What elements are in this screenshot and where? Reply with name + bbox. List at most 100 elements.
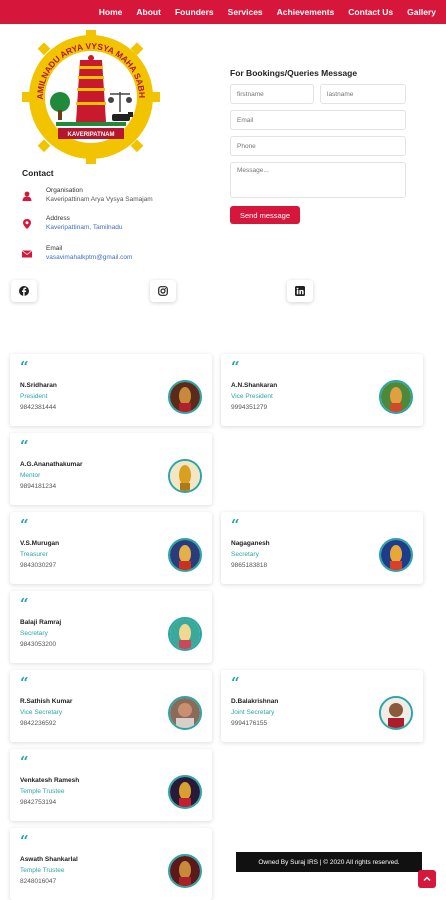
- member-role: Vice Secretary: [20, 709, 63, 716]
- member-role: Temple Trustee: [20, 788, 65, 795]
- member-name: V.S.Murugan: [20, 540, 60, 547]
- member-name: Venkatesh Ramesh: [20, 777, 80, 784]
- member-card: “ Venkatesh Ramesh Temple Trustee 984275…: [10, 749, 212, 821]
- member-card: “ N.Sridharan President 9842381444: [10, 354, 212, 426]
- quote-icon: “: [231, 358, 240, 376]
- member-name: A.G.Ananathakumar: [20, 461, 83, 468]
- member-card: “ R.Sathish Kumar Vice Secretary 9842236…: [10, 670, 212, 742]
- deity-avatar: [168, 617, 202, 651]
- member-role: Temple Trustee: [20, 867, 65, 874]
- contact-address: Address Kaveripattinam, Tamilnadu: [22, 214, 122, 232]
- address-value[interactable]: Kaveripattinam, Tamilnadu: [46, 223, 122, 232]
- member-phone: 9894181234: [20, 483, 57, 490]
- member-name: D.Balakrishnan: [231, 698, 279, 705]
- nav-services[interactable]: Services: [228, 7, 263, 17]
- quote-icon: “: [20, 358, 29, 376]
- deity-avatar: [379, 538, 413, 572]
- organisation-value: Kaveripattinam Arya Vysya Samajam: [46, 196, 153, 203]
- member-role: Secretary: [20, 630, 48, 637]
- deity-avatar: [379, 380, 413, 414]
- phone-field[interactable]: [230, 136, 406, 156]
- quote-icon: “: [231, 516, 240, 534]
- deity-avatar: [168, 775, 202, 809]
- member-role: Treasurer: [20, 551, 48, 558]
- member-role: President: [20, 393, 48, 400]
- member-card: “ Nagaganesh Secretary 9865183818: [221, 512, 423, 584]
- member-role: Mentor: [20, 472, 41, 479]
- member-phone: 9843030297: [20, 562, 57, 569]
- member-role: Joint Secretary: [231, 709, 275, 716]
- message-field[interactable]: [230, 162, 406, 198]
- nav-home[interactable]: Home: [99, 7, 123, 17]
- deity-avatar: [168, 538, 202, 572]
- member-card: “ D.Balakrishnan Joint Secretary 9994176…: [221, 670, 423, 742]
- member-phone: 9843053200: [20, 641, 57, 648]
- member-card: “ Aswath Shankarlal Temple Trustee 82480…: [10, 828, 212, 900]
- nav-about[interactable]: About: [136, 7, 161, 17]
- nav-achievements[interactable]: Achievements: [277, 7, 335, 17]
- lastname-field[interactable]: [320, 84, 406, 104]
- member-phone: 9994176155: [231, 720, 268, 727]
- member-phone: 9842236592: [20, 720, 57, 727]
- instagram-button[interactable]: [150, 280, 176, 302]
- chevron-up-icon: [423, 876, 431, 882]
- deity-avatar: [168, 854, 202, 888]
- location-pin-icon: [23, 219, 31, 229]
- person-avatar: [168, 696, 202, 730]
- copyright-bar: Owned By Suraj IRS | © 2020 All rights r…: [236, 852, 422, 872]
- contact-email: Email vasavimahalkptm@gmail.com: [22, 244, 132, 262]
- firstname-field[interactable]: [230, 84, 314, 104]
- sabha-logo: TAMILNADU ARYA VYSYA MAHA SABHA KAVERIPA…: [22, 30, 160, 164]
- member-name: N.Sridharan: [20, 382, 57, 389]
- quote-icon: “: [231, 674, 240, 692]
- member-card: “ A.N.Shankaran Vice President 999435127…: [221, 354, 423, 426]
- quote-icon: “: [20, 753, 29, 771]
- quote-icon: “: [20, 674, 29, 692]
- member-phone: 9842753194: [20, 799, 57, 806]
- form-title: For Bookings/Queries Message: [230, 68, 358, 78]
- member-role: Vice President: [231, 393, 273, 400]
- member-card: “ V.S.Murugan Treasurer 9843030297: [10, 512, 212, 584]
- email-label: Email: [46, 245, 63, 252]
- quote-icon: “: [20, 437, 29, 455]
- member-name: R.Sathish Kumar: [20, 698, 73, 705]
- top-navbar: Home About Founders Services Achievement…: [0, 0, 446, 24]
- deity-avatar: [168, 380, 202, 414]
- logo-banner-text: KAVERIPATNAM: [68, 132, 115, 138]
- member-card: “ Balaji Ramraj Secretary 9843053200: [10, 591, 212, 663]
- back-to-top-button[interactable]: [418, 870, 436, 888]
- deity-avatar: [168, 459, 202, 493]
- member-card: “ A.G.Ananathakumar Mentor 9894181234: [10, 433, 212, 505]
- contact-title: Contact: [22, 168, 54, 178]
- email-field[interactable]: [230, 110, 406, 130]
- nav-contact-us[interactable]: Contact Us: [348, 7, 393, 17]
- member-name: Nagaganesh: [231, 540, 270, 547]
- envelope-icon: [22, 250, 32, 258]
- organisation-label: Organisation: [46, 187, 83, 194]
- user-icon: [22, 191, 32, 201]
- member-name: Balaji Ramraj: [20, 619, 62, 626]
- member-name: Aswath Shankarlal: [20, 856, 78, 863]
- linkedin-icon: [295, 286, 305, 296]
- facebook-icon: [19, 286, 29, 296]
- member-phone: 9842381444: [20, 404, 57, 411]
- gear-emblem: TAMILNADU ARYA VYSYA MAHA SABHA KAVERIPA…: [22, 30, 160, 164]
- email-value[interactable]: vasavimahalkptm@gmail.com: [46, 253, 132, 262]
- member-phone: 9865183818: [231, 562, 268, 569]
- nav-gallery[interactable]: Gallery: [407, 7, 436, 17]
- quote-icon: “: [20, 516, 29, 534]
- linkedin-button[interactable]: [287, 280, 313, 302]
- member-phone: 8248016047: [20, 878, 57, 885]
- member-phone: 9994351279: [231, 404, 268, 411]
- quote-icon: “: [20, 595, 29, 613]
- nav-founders[interactable]: Founders: [175, 7, 214, 17]
- facebook-button[interactable]: [11, 280, 37, 302]
- quote-icon: “: [20, 832, 29, 850]
- instagram-icon: [158, 286, 168, 296]
- member-name: A.N.Shankaran: [231, 382, 278, 389]
- contact-organisation: Organisation Kaveripattinam Arya Vysya S…: [22, 186, 153, 204]
- person-avatar: [379, 696, 413, 730]
- member-role: Secretary: [231, 551, 259, 558]
- address-label: Address: [46, 215, 70, 222]
- send-message-button[interactable]: Send message: [230, 206, 300, 224]
